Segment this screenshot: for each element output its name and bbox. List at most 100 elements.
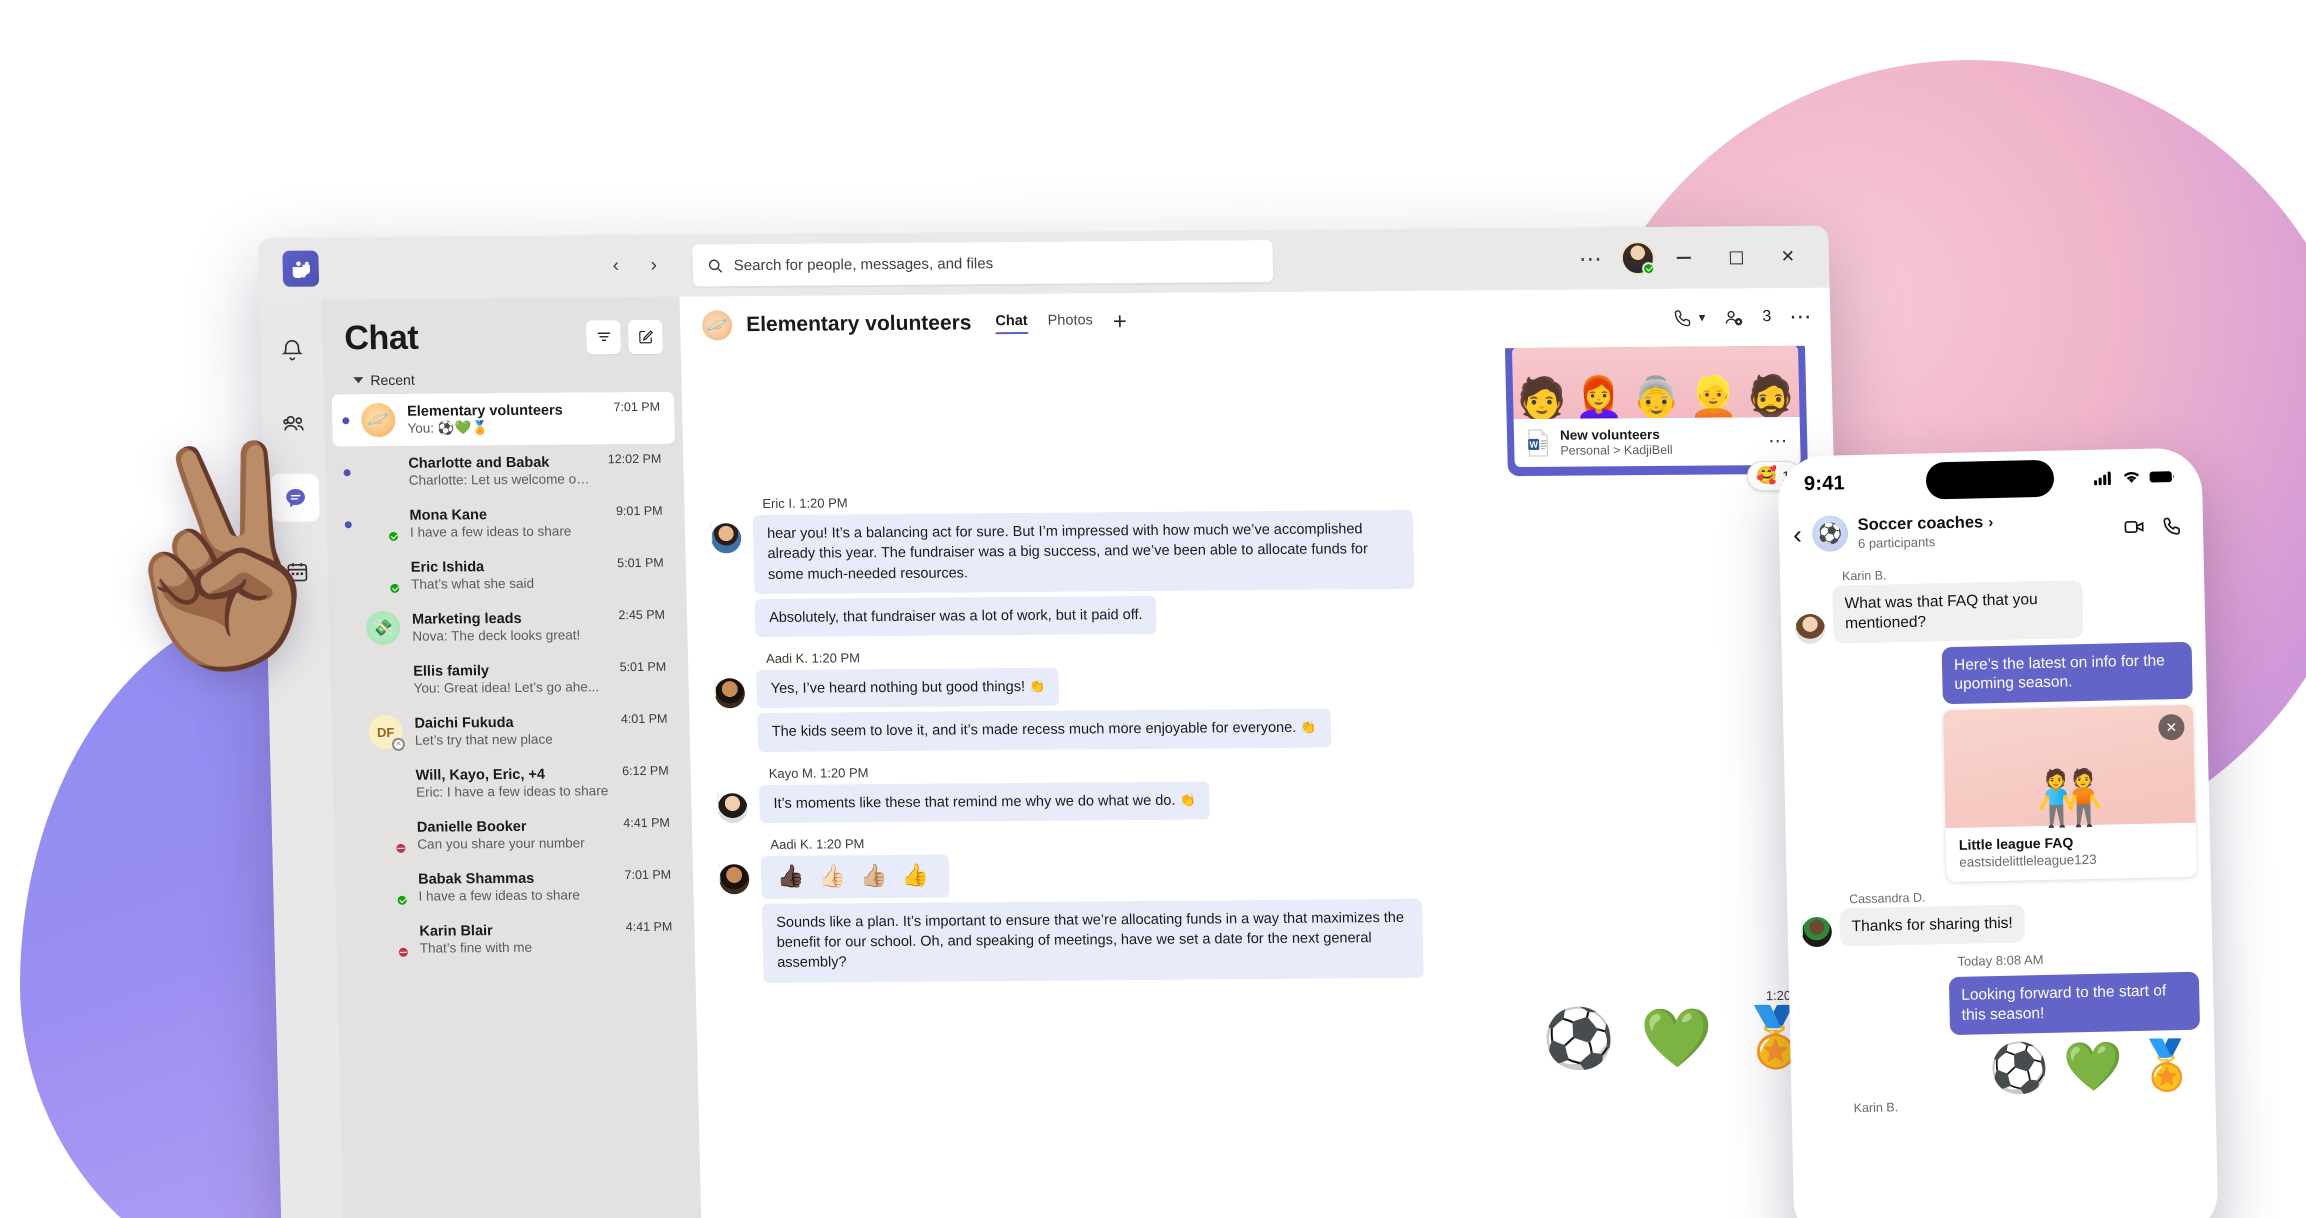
window-more-icon[interactable]: ⋯ — [1567, 245, 1616, 271]
message-reaction[interactable]: 👏 — [1029, 679, 1046, 694]
message-bubble[interactable]: hear you! It’s a balancing act for sure.… — [752, 509, 1415, 594]
phone-outgoing-bubble[interactable]: Looking forward to the start of this sea… — [1948, 971, 2201, 1035]
close-button[interactable]: ✕ — [1764, 237, 1811, 277]
filter-button[interactable] — [586, 319, 621, 354]
file-card[interactable]: 🧑 👩‍🦰 👵 👱 🧔 W New volunteers Personal > Kadj… — [1504, 345, 1808, 492]
message-bubble[interactable]: Yes, I’ve heard nothing but good things!… — [756, 667, 1060, 709]
phone-conversation-title-row[interactable]: Soccer coaches › — [1857, 513, 1993, 535]
phone-sticker-row: ⚽ 💚 🏅 — [1804, 1035, 2201, 1098]
presence-badge — [396, 945, 411, 959]
history-nav: ‹ › — [598, 249, 671, 284]
chat-list-item[interactable]: Mona Kane I have a few ideas to share 9:01… — [334, 496, 677, 551]
chat-list-item-time: 9:01 PM — [615, 503, 663, 519]
file-path: Personal > KadjiBell — [1560, 442, 1673, 458]
add-tab-button[interactable]: + — [1113, 308, 1128, 335]
chat-list-item-text: Karin Blair That’s fine with me — [419, 922, 614, 956]
avatar: DF — [368, 714, 406, 751]
phone-icon[interactable] — [2161, 515, 2183, 537]
message-avatar — [710, 523, 742, 554]
chat-list-item-time: 6:12 PM — [621, 763, 669, 779]
file-card-more-icon[interactable]: ⋯ — [1768, 430, 1788, 451]
chat-list-item-text: Danielle Booker Can you share your number — [417, 818, 612, 852]
chat-list-item[interactable]: Karin Blair That’s fine with me 4:41 PM — [344, 912, 687, 967]
chevron-down-icon[interactable]: ▾ — [1699, 310, 1706, 326]
message-row: hear you! It’s a balancing act for sure.… — [710, 507, 1811, 594]
chat-list-item-preview: That’s what she said — [411, 575, 535, 592]
tab-chat[interactable]: Chat — [995, 313, 1028, 333]
user-avatar[interactable] — [1620, 241, 1656, 276]
rail-item-activity[interactable] — [267, 326, 316, 374]
conversation-more-icon[interactable]: ⋯ — [1789, 304, 1813, 329]
chat-list-item-time: 7:01 PM — [624, 867, 672, 883]
file-card-footer: W New volunteers Personal > KadjiBell ⋯ — [1513, 416, 1801, 468]
avatar-image: 💸 — [365, 610, 401, 646]
compose-button[interactable] — [628, 319, 663, 354]
tab-photos[interactable]: Photos — [1047, 312, 1093, 332]
phone-outgoing-row: Here’s the latest on info for the upomin… — [1796, 641, 2193, 707]
message-bubble[interactable]: Absolutely, that fundraiser was a lot of… — [754, 595, 1158, 638]
nav-forward-button[interactable]: › — [636, 249, 671, 283]
chat-list-item[interactable]: Will, Kayo, Eric, +4 Eric: I have a few i… — [340, 756, 683, 811]
phone-status-bar: 9:41 — [1777, 447, 2202, 512]
wifi-icon — [2123, 471, 2140, 483]
conversation-avatar: 🪐 — [701, 310, 733, 341]
presence-badge — [391, 737, 406, 751]
chat-list-item-text: Eric Ishida That’s what she said — [411, 558, 606, 592]
message-group: Aadi K. 1:20 PM Yes, I’ve heard nothing b… — [714, 643, 1814, 752]
nav-back-button[interactable]: ‹ — [598, 249, 633, 283]
chat-list-item[interactable]: 💸 Marketing leads Nova: The deck looks gre… — [337, 600, 680, 655]
message-bubble[interactable]: It’s moments like these that remind me w… — [759, 781, 1211, 824]
chat-list-item[interactable]: Babak Shammas I have a few ideas to share… — [343, 860, 686, 915]
page-title: Chat — [343, 318, 419, 358]
message-reaction[interactable]: 👏 — [1300, 720, 1317, 735]
message-row: Absolutely, that fundraiser was a lot of… — [713, 591, 1812, 638]
chat-list-item[interactable]: Eric Ishida That’s what she said 5:01 PM — [335, 548, 678, 603]
search-input[interactable]: Search for people, messages, and files — [692, 240, 1274, 287]
chat-list-item-name: Danielle Booker — [416, 818, 527, 836]
sticker[interactable]: 💚 — [1640, 1005, 1714, 1071]
sticker[interactable]: 🏅 — [2136, 1039, 2197, 1093]
chat-list-section-header[interactable]: Recent — [323, 360, 682, 395]
chat-list-item-text: Ellis family You: Great idea! Let’s go ah… — [413, 662, 608, 696]
phone-outgoing-bubble[interactable]: Here’s the latest on info for the upomin… — [1941, 641, 2193, 705]
message-bubble[interactable]: The kids seem to love it, and it’s made … — [757, 709, 1331, 752]
chat-list-item[interactable]: 🪐 Elementary volunteers You: ⚽💚🏅 7:01 PM — [331, 391, 675, 447]
word-document-icon: W — [1526, 429, 1551, 457]
phone-icon[interactable] — [1672, 307, 1693, 328]
chat-list-item[interactable]: DFDaichi FukudaLet’s try that new place4… — [339, 704, 682, 759]
phone-timestamp-divider: Today 8:08 AM — [1957, 952, 2044, 970]
message-reaction[interactable]: 👏 — [1179, 792, 1196, 807]
back-button[interactable]: ‹ — [1793, 519, 1802, 549]
avatar-image: 🪐 — [360, 402, 396, 438]
phone-incoming-bubble[interactable]: What was that FAQ that you mentioned? — [1832, 580, 2084, 644]
avatar-emoji: ⚽ — [1817, 522, 1843, 546]
chat-list-item-name: Karin Blair — [419, 923, 493, 940]
chat-list-item[interactable]: Danielle Booker Can you share your number… — [342, 808, 685, 863]
banner-avatar-emoji: 🧑 — [1516, 376, 1568, 420]
sticker[interactable]: ⚽ — [1542, 1006, 1616, 1072]
phone-link-card[interactable]: 🧑‍🤝‍🧑 ✕ Little league FAQ eastsidelittlelea… — [1943, 705, 2197, 883]
avatar — [373, 923, 411, 959]
message-bubble[interactable]: 👍🏿 👍🏻 👍🏼 👍 — [760, 854, 950, 899]
phone-message-avatar — [1801, 916, 1833, 948]
phone-message-stream: Karin B. What was that FAQ that you menti… — [1780, 553, 2219, 1218]
message-group: Aadi K. 1:20 PM 👍🏿 👍🏻 👍🏼 👍 Sounds like a p… — [718, 829, 1820, 983]
phone-incoming-bubble[interactable]: Thanks for sharing this! — [1839, 904, 2026, 947]
video-camera-icon[interactable] — [2123, 516, 2145, 538]
sticker[interactable]: ⚽ — [1989, 1042, 2050, 1096]
maximize-button[interactable] — [1712, 237, 1759, 277]
chat-list-item-text: Marketing leads Nova: The deck looks grea… — [412, 610, 607, 644]
banner-avatar-emoji: 👱 — [1687, 375, 1739, 420]
chat-list-item[interactable]: Charlotte and Babak Charlotte: Let us wel… — [333, 444, 676, 499]
message-bubble[interactable]: Sounds like a plan. It’s important to en… — [761, 898, 1424, 983]
chat-list-item[interactable]: Ellis family You: Great idea! Let’s go ah… — [338, 652, 681, 707]
chat-list-item-name: Daichi Fukuda — [414, 714, 514, 732]
minimize-button[interactable] — [1660, 238, 1707, 278]
add-people-icon[interactable] — [1723, 307, 1744, 328]
battery-icon — [2149, 470, 2175, 482]
unread-indicator — [343, 468, 351, 476]
phone-status-icons — [2094, 469, 2176, 486]
sticker[interactable]: 💚 — [2063, 1040, 2124, 1094]
phone-message-row: Thanks for sharing this! — [1801, 901, 2198, 948]
phone-conversation-avatar[interactable]: ⚽ — [1811, 515, 1849, 552]
